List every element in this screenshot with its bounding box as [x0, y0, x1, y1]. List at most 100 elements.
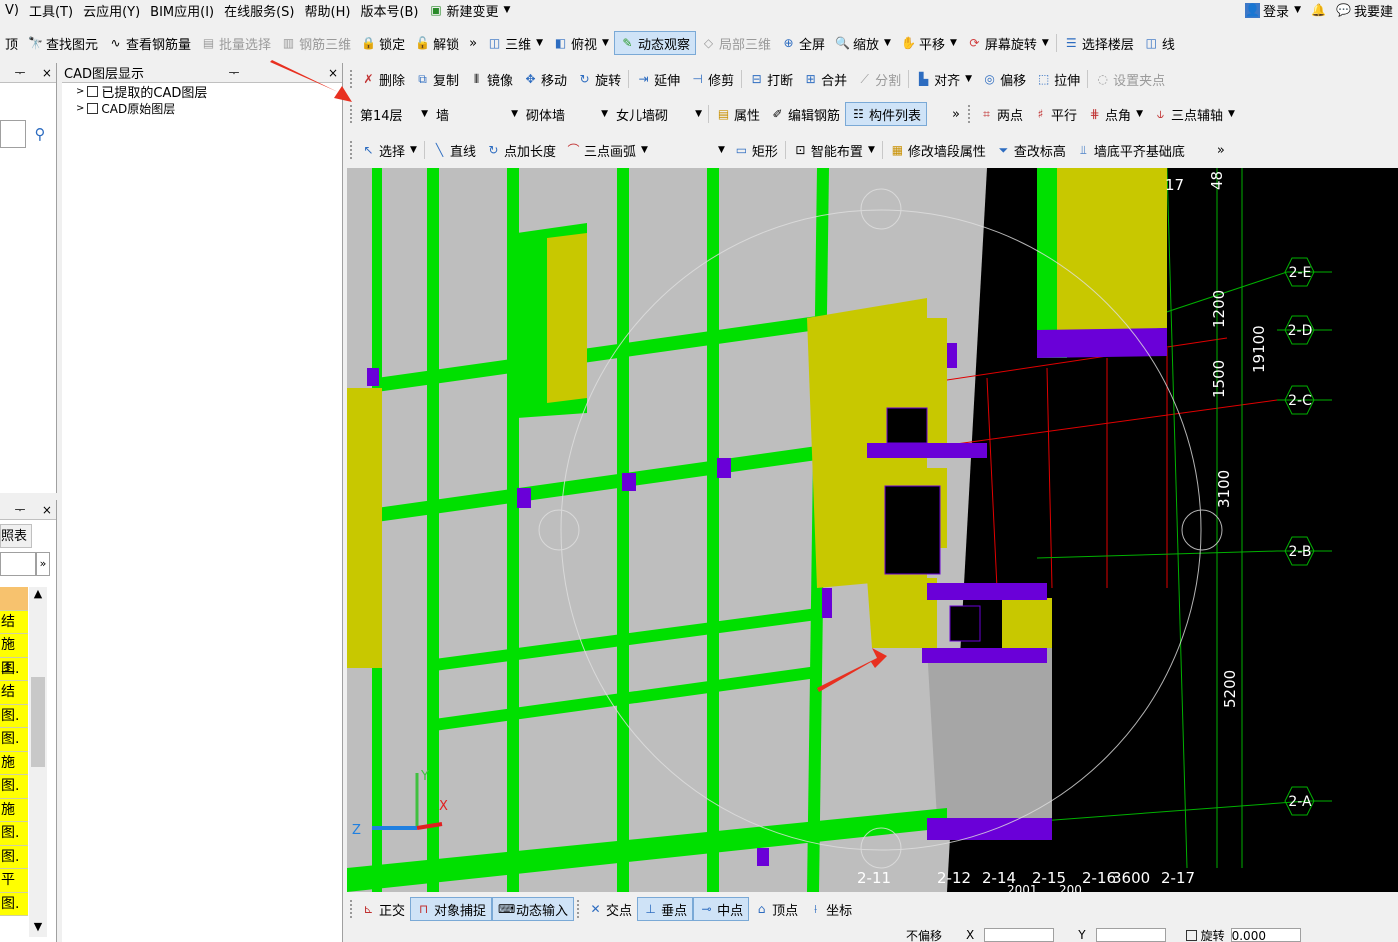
list-item[interactable]: 施 [0, 751, 28, 775]
toolbar-grip[interactable] [968, 105, 971, 123]
toolbar-grip[interactable] [350, 141, 353, 159]
modify-wall-button[interactable]: ▦ 修改墙段属性 [885, 138, 991, 162]
list-item[interactable]: 图. [0, 704, 28, 728]
stretch-button[interactable]: ⬚ 拉伸 [1031, 67, 1085, 91]
point-length-button[interactable]: ↻ 点加长度 [481, 138, 561, 162]
menu-cloud[interactable]: 云应用(Y) [78, 0, 145, 20]
zoom-button[interactable]: 🔍 缩放 ▼ [830, 31, 896, 55]
layer-checkbox[interactable] [87, 86, 99, 97]
dynamic-observe-button[interactable]: ✎ 动态观察 [613, 31, 696, 55]
search-icon[interactable]: ⚲ [26, 120, 54, 148]
type-select[interactable]: 墙 ▼ [432, 103, 522, 125]
pan-button[interactable]: ✋ 平移 ▼ [896, 31, 962, 55]
coordinate-snap[interactable]: ⟊ 坐标 [803, 897, 857, 921]
delete-button[interactable]: ✗ 删除 [356, 67, 410, 91]
menu-help[interactable]: 帮助(H) [300, 0, 356, 20]
align-button[interactable]: ▙ 对齐 ▼ [911, 67, 977, 91]
rebar-3d-button[interactable]: ▥ 钢筋三维 [276, 31, 356, 55]
split-button[interactable]: ⟋ 分割 [852, 67, 906, 91]
menu-tools[interactable]: 工具(T) [24, 0, 78, 20]
batch-select-button[interactable]: ▤ 批量选择 [196, 31, 276, 55]
component-list-button[interactable]: ☷ 构件列表 [845, 102, 928, 126]
view-rebar-button[interactable]: ∿ 查看钢筋量 [103, 31, 196, 55]
select-button[interactable]: ↖ 选择 ▼ [356, 138, 422, 162]
toolbar-more-button[interactable]: » [947, 102, 965, 126]
smart-layout-button[interactable]: ⊡ 智能布置 ▼ [788, 138, 880, 162]
y-input[interactable] [1095, 928, 1166, 942]
vertex-snap[interactable]: ⌂ 顶点 [749, 897, 803, 921]
select-floor-button[interactable]: ☰ 选择楼层 [1059, 31, 1139, 55]
edit-rebar-button[interactable]: ✐ 编辑钢筋 [765, 102, 845, 126]
view-3d-button[interactable]: ◫ 三维 ▼ [482, 31, 548, 55]
edit-elevation-button[interactable]: ⏷ 查改标高 [991, 138, 1071, 162]
toolbar-grip[interactable] [350, 900, 353, 918]
more-button[interactable]: » [36, 552, 50, 576]
list-item[interactable]: 施 [0, 798, 28, 822]
toolbar-top[interactable]: 顶 [0, 31, 23, 55]
toolbar-grip[interactable] [577, 900, 580, 918]
rotate-checkbox[interactable] [1185, 929, 1197, 941]
dynamic-input-toggle[interactable]: ⌨ 动态输入 [492, 897, 575, 921]
bell-button[interactable]: 🔔 [1306, 0, 1331, 20]
close-icon[interactable]: × [38, 503, 56, 517]
offset-select[interactable]: 不偏移 [906, 928, 942, 942]
point-angle-button[interactable]: ⋕ 点角 ▼ [1082, 102, 1148, 126]
object-snap-toggle[interactable]: ⊓ 对象捕捉 [410, 897, 493, 921]
rotate-input[interactable]: 0.000 [1230, 928, 1301, 942]
list-item[interactable]: 结 [0, 681, 28, 705]
list-item[interactable]: 图. [0, 657, 28, 681]
screen-rotate-button[interactable]: ⟳ 屏幕旋转 ▼ [962, 31, 1054, 55]
list-item[interactable]: 平 [0, 869, 28, 893]
list-item[interactable]: 施工 [0, 634, 28, 676]
left-search-input[interactable] [0, 120, 26, 148]
list-item[interactable]: 图. [0, 822, 28, 846]
ortho-toggle[interactable]: ⊾ 正交 [356, 897, 410, 921]
menu-bim[interactable]: BIM应用(I) [145, 0, 219, 20]
scroll-thumb[interactable] [31, 677, 45, 767]
left-table-header[interactable]: 照表 [0, 524, 32, 548]
three-point-arc-button[interactable]: ⌒ 三点画弧 ▼ [561, 138, 653, 162]
chevron-right-icon[interactable]: > [76, 103, 84, 114]
left-scrollbar[interactable]: ▲ ▼ [29, 587, 47, 937]
component-select[interactable]: 女儿墙砌 ▼ [612, 103, 706, 125]
perpendicular-snap[interactable]: ⊥ 垂点 [637, 897, 694, 921]
list-item[interactable]: 结 [0, 610, 28, 634]
rotate-button[interactable]: ↻ 旋转 [572, 67, 626, 91]
three-point-axis-button[interactable]: ⫝ 三点辅轴 ▼ [1148, 102, 1240, 126]
left-filter-input[interactable] [0, 552, 36, 576]
arc-mode-select[interactable]: ▼ [652, 139, 729, 161]
toolbar-more-button[interactable]: » [1212, 138, 1230, 162]
menu-new-change[interactable]: ▣ 新建变更 ▼ [424, 0, 516, 20]
menu-version[interactable]: 版本号(B) [355, 0, 423, 20]
lock-button[interactable]: 🔒 锁定 [356, 31, 410, 55]
layer-checkbox[interactable] [87, 103, 99, 114]
mirror-button[interactable]: ⫴ 镜像 [464, 67, 518, 91]
request-button[interactable]: 💬 我要建 [1331, 0, 1398, 20]
unlock-button[interactable]: 🔓 解锁 [410, 31, 464, 55]
properties-button[interactable]: ▤ 属性 [711, 102, 765, 126]
local-3d-button[interactable]: ◇ 局部三维 [696, 31, 776, 55]
break-button[interactable]: ⊟ 打断 [744, 67, 798, 91]
menu-view[interactable]: V) [0, 0, 24, 20]
set-grip-button[interactable]: ◌ 设置夹点 [1090, 67, 1170, 91]
list-item[interactable]: 图. [0, 892, 28, 916]
login-button[interactable]: 👤 登录 ▼ [1240, 0, 1306, 20]
scroll-up-icon[interactable]: ▲ [29, 587, 47, 600]
intersection-snap[interactable]: ✕ 交点 [583, 897, 637, 921]
move-button[interactable]: ✥ 移动 [518, 67, 572, 91]
menu-online[interactable]: 在线服务(S) [219, 0, 299, 20]
3d-viewport[interactable]: 2-E 2-D 2-C 2-B 2-A 1200 1500 3100 5200 … [347, 168, 1398, 892]
fullscreen-button[interactable]: ⊕ 全屏 [776, 31, 830, 55]
parallel-axis-button[interactable]: ♯ 平行 [1028, 102, 1082, 126]
model-canvas[interactable]: 2-E 2-D 2-C 2-B 2-A 1200 1500 3100 5200 … [347, 168, 1398, 892]
scroll-down-icon[interactable]: ▼ [29, 920, 47, 933]
trim-button[interactable]: ⊣ 修剪 [685, 67, 739, 91]
pin-icon[interactable]: ᅮ [10, 64, 29, 81]
close-icon[interactable]: × [38, 66, 56, 80]
line-button[interactable]: ◫ 线 [1139, 31, 1180, 55]
midpoint-snap[interactable]: ⊸ 中点 [693, 897, 750, 921]
list-item[interactable]: 图. [0, 845, 28, 869]
two-point-axis-button[interactable]: ⌗ 两点 [974, 102, 1028, 126]
find-element-button[interactable]: 🔭 查找图元 [23, 31, 103, 55]
x-input[interactable] [984, 928, 1055, 942]
